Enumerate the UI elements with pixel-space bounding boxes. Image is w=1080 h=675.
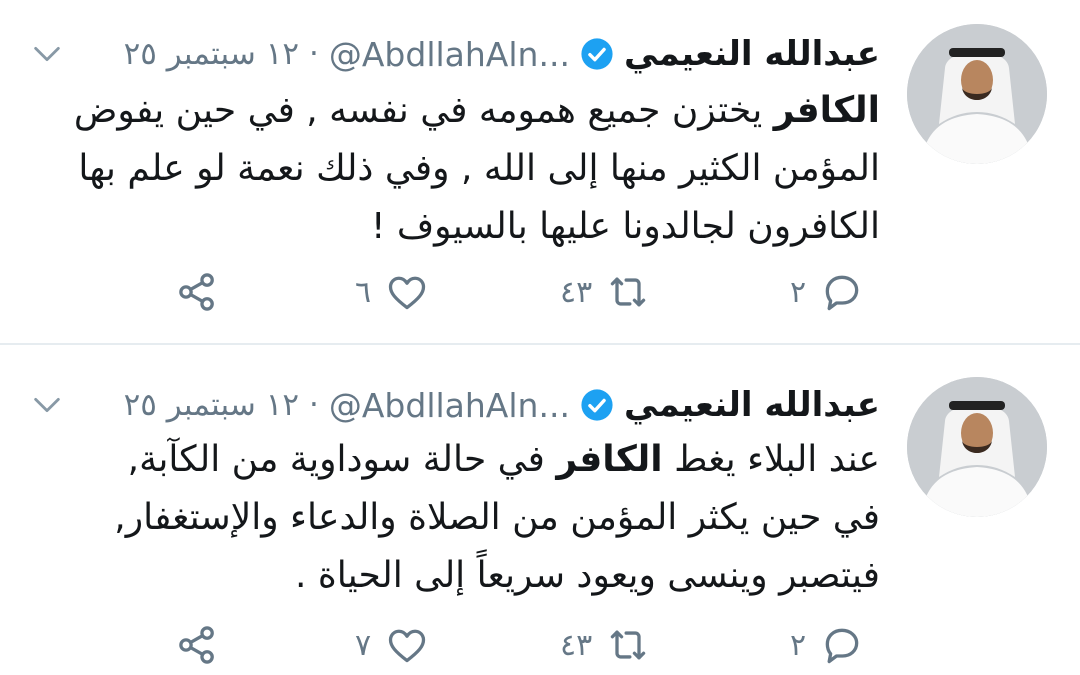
retweet-count: ٤٣ [560,627,593,663]
avatar-image [907,24,1047,164]
share-icon [179,626,214,664]
tweet-date[interactable]: ١٢ سبتمبر ٢٥ [124,387,299,423]
share-button[interactable] [175,615,219,675]
like-count: ٦ [355,274,372,310]
tweet-date[interactable]: ١٢ سبتمبر ٢٥ [124,36,299,72]
like-button[interactable]: ٦ [355,262,429,322]
share-icon [179,273,214,311]
tweet-text: الكافر يختزن جميع همومه في نفسه , في حين… [70,82,880,256]
author-name[interactable]: عبدالله النعيمي [624,385,880,425]
retweet-count: ٤٣ [560,274,593,310]
author-handle[interactable]: @AbdllahAln... [329,35,570,74]
tweet[interactable]: عبدالله النعيمي @AbdllahAln... · ١٢ سبتم… [0,0,1080,344]
tweet-text: عند البلاء يغط الكافر في حالة سوداوية من… [70,431,880,605]
reply-icon [825,628,859,664]
reply-button[interactable]: ٢ [790,262,864,322]
tweet-actions: ٢ ٤٣ ٧ [0,615,1080,675]
retweet-button[interactable]: ٤٣ [560,615,650,675]
like-button[interactable]: ٧ [355,615,429,675]
retweet-icon [611,630,646,660]
chevron-down-icon[interactable] [30,388,64,422]
separator-dot: · [309,387,319,423]
avatar[interactable] [907,24,1047,164]
retweet-icon [611,277,646,307]
tweet-header: عبدالله النعيمي @AbdllahAln... · ١٢ سبتم… [30,377,880,433]
highlighted-word: الكافر [773,90,880,131]
reply-button[interactable]: ٢ [790,615,864,675]
share-button[interactable] [175,262,219,322]
tweet[interactable]: عبدالله النعيمي @AbdllahAln... · ١٢ سبتم… [0,345,1080,674]
tweet-header: عبدالله النعيمي @AbdllahAln... · ١٢ سبتم… [30,26,880,82]
verified-badge-icon [581,38,613,70]
separator-dot: · [309,36,319,72]
tweet-actions: ٢ ٤٣ ٦ [0,262,1080,322]
chevron-down-icon[interactable] [30,37,64,71]
reply-count: ٢ [790,274,807,310]
avatar-image [907,377,1047,517]
highlighted-word: الكافر [556,439,663,480]
heart-icon [388,276,426,310]
tweet-text-body: يختزن جميع همومه في نفسه , في حين يفوض ا… [73,90,880,247]
reply-icon [825,275,859,311]
tweet-text-start: عند البلاء يغط [662,439,880,480]
reply-count: ٢ [790,627,807,663]
author-handle[interactable]: @AbdllahAln... [329,386,570,425]
author-name[interactable]: عبدالله النعيمي [624,34,880,74]
retweet-button[interactable]: ٤٣ [560,262,650,322]
avatar[interactable] [907,377,1047,517]
verified-badge-icon [581,389,613,421]
heart-icon [388,629,426,663]
like-count: ٧ [355,627,372,663]
